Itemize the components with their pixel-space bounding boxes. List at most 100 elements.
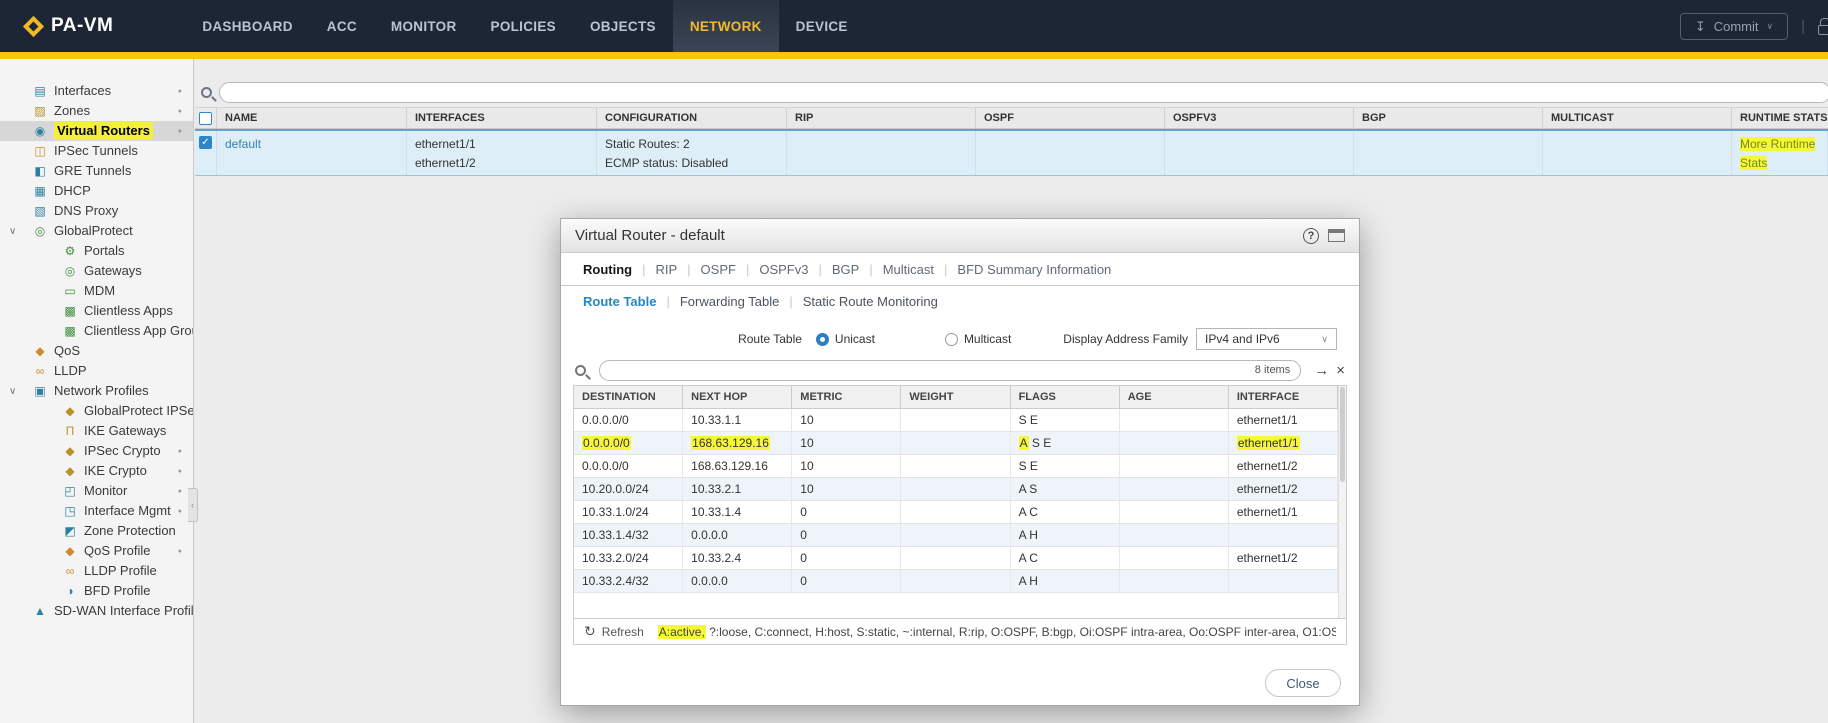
route-table-scrollbar[interactable] (1338, 386, 1346, 618)
routing-subtabs: Route Table|Forwarding Table|Static Rout… (561, 286, 1359, 316)
radio-multicast[interactable]: Multicast (945, 332, 1011, 346)
unlock-icon[interactable] (1818, 25, 1828, 35)
sidebar-item-dhcp[interactable]: ▦DHCP (0, 181, 193, 201)
apply-filter-arrow-icon[interactable]: → (1314, 363, 1329, 378)
chevron-down-icon[interactable]: ∨ (9, 226, 16, 237)
help-icon[interactable]: ? (1303, 228, 1319, 244)
dhcp-icon: ▦ (32, 184, 48, 198)
sidebar-item-ike-crypto[interactable]: ◆IKE Crypto● (0, 461, 193, 481)
nav-tab-monitor[interactable]: MONITOR (374, 0, 474, 52)
clear-filter-icon[interactable]: × (1336, 363, 1345, 378)
sidebar-item-gre-tunnels[interactable]: ◧GRE Tunnels (0, 161, 193, 181)
sidebar-item-gateways[interactable]: ◎Gateways (0, 261, 193, 281)
subtab-route-table[interactable]: Route Table (573, 294, 666, 309)
column-header-interfaces[interactable]: INTERFACES (407, 108, 597, 128)
dialog-tab-routing[interactable]: Routing (573, 262, 642, 277)
column-header-configuration[interactable]: CONFIGURATION (597, 108, 787, 128)
refresh-button[interactable]: ↻ Refresh (584, 623, 644, 640)
column-header-multicast[interactable]: MULTICAST (1543, 108, 1732, 128)
sidebar-item-network-profiles[interactable]: ∨▣Network Profiles (0, 381, 193, 401)
route-column-destination[interactable]: DESTINATION (574, 386, 683, 408)
refresh-label: Refresh (602, 625, 644, 639)
vr-table-row-default[interactable]: ✓ default ethernet1/1 ethernet1/2 Static… (195, 129, 1828, 176)
sidebar-item-portals[interactable]: ⚙Portals (0, 241, 193, 261)
sidebar-item-label: LLDP (54, 363, 87, 379)
commit-button[interactable]: ↧ Commit ∨ (1680, 13, 1788, 40)
column-header-name[interactable]: NAME (217, 108, 407, 128)
route-row[interactable]: 10.33.1.4/320.0.0.00A H (574, 524, 1346, 547)
route-row[interactable]: 0.0.0.0/010.33.1.110S Eethernet1/1 (574, 409, 1346, 432)
route-row[interactable]: 0.0.0.0/0168.63.129.1610S Eethernet1/2 (574, 455, 1346, 478)
sidebar-item-globalprotect[interactable]: ∨◎GlobalProtect (0, 221, 193, 241)
nav-tab-dashboard[interactable]: DASHBOARD (185, 0, 309, 52)
sidebar-item-virtual-routers[interactable]: ◉Virtual Routers● (0, 121, 193, 141)
column-header-rip[interactable]: RIP (787, 108, 976, 128)
row-checkbox[interactable]: ✓ (195, 131, 217, 175)
subtab-static-route-monitoring[interactable]: Static Route Monitoring (793, 294, 948, 309)
dialog-tabs: Routing|RIP|OSPF|OSPFv3|BGP|Multicast|BF… (561, 253, 1359, 286)
sidebar-item-clientless-app-groups[interactable]: ▩Clientless App Groups (0, 321, 193, 341)
chevron-down-icon[interactable]: ∨ (9, 386, 16, 397)
dialog-tab-bfd-summary-information[interactable]: BFD Summary Information (947, 262, 1121, 277)
route-row[interactable]: 0.0.0.0/0168.63.129.1610A S Eethernet1/1 (574, 432, 1346, 455)
column-header-runtime-stats[interactable]: RUNTIME STATS (1732, 108, 1828, 128)
sidebar-item-zones[interactable]: ▨Zones● (0, 101, 193, 121)
sidebar-item-ipsec-crypto[interactable]: ◆IPSec Crypto● (0, 441, 193, 461)
sidebar-collapse-handle[interactable]: ‹ (188, 488, 198, 522)
sidebar-item-label: Zone Protection (84, 523, 176, 539)
sidebar-item-lldp-profile[interactable]: ∞LLDP Profile (0, 561, 193, 581)
column-header-ospfv3[interactable]: OSPFV3 (1165, 108, 1354, 128)
vr-default-link[interactable]: default (225, 137, 261, 151)
cell-destination: 0.0.0.0/0 (574, 409, 683, 431)
sidebar-item-dns-proxy[interactable]: ▧DNS Proxy (0, 201, 193, 221)
cell-interfaces: ethernet1/1 ethernet1/2 (407, 131, 597, 175)
nav-tab-device[interactable]: DEVICE (779, 0, 865, 52)
nav-tab-objects[interactable]: OBJECTS (573, 0, 673, 52)
route-column-metric[interactable]: METRIC (792, 386, 901, 408)
route-row[interactable]: 10.33.1.0/2410.33.1.40A Cethernet1/1 (574, 501, 1346, 524)
route-column-interface[interactable]: INTERFACE (1229, 386, 1338, 408)
route-column-age[interactable]: AGE (1120, 386, 1229, 408)
dialog-tab-ospfv3[interactable]: OSPFv3 (749, 262, 818, 277)
route-column-weight[interactable]: WEIGHT (901, 386, 1010, 408)
sidebar-item-zone-protection[interactable]: ◩Zone Protection (0, 521, 193, 541)
more-runtime-stats-link[interactable]: More Runtime Stats (1740, 137, 1815, 170)
sidebar-item-sd-wan-interface-profile[interactable]: ▲SD-WAN Interface Profile (0, 601, 193, 621)
sidebar-item-qos[interactable]: ◆QoS (0, 341, 193, 361)
sidebar-item-label: Interface Mgmt (84, 503, 171, 519)
select-all-checkbox[interactable] (195, 108, 217, 128)
route-row[interactable]: 10.33.2.0/2410.33.2.40A Cethernet1/2 (574, 547, 1346, 570)
route-filter-input[interactable] (599, 360, 1301, 381)
column-header-ospf[interactable]: OSPF (976, 108, 1165, 128)
sidebar-item-interfaces[interactable]: ▤Interfaces● (0, 81, 193, 101)
sidebar-item-bfd-profile[interactable]: ◑BFD Profile (0, 581, 193, 601)
sidebar-item-mdm[interactable]: ▭MDM (0, 281, 193, 301)
subtab-forwarding-table[interactable]: Forwarding Table (670, 294, 789, 309)
address-family-select[interactable]: IPv4 and IPv6 ∨ (1196, 328, 1337, 350)
sidebar-item-ipsec-tunnels[interactable]: ◫IPSec Tunnels (0, 141, 193, 161)
sidebar-item-interface-mgmt[interactable]: ◳Interface Mgmt● (0, 501, 193, 521)
sidebar-item-qos-profile[interactable]: ◆QoS Profile● (0, 541, 193, 561)
topbar-separator: | (1801, 18, 1805, 35)
route-column-next-hop[interactable]: NEXT HOP (683, 386, 792, 408)
sidebar-item-monitor[interactable]: ◰Monitor● (0, 481, 193, 501)
route-row[interactable]: 10.33.2.4/320.0.0.00A H (574, 570, 1346, 593)
close-button[interactable]: Close (1265, 669, 1341, 697)
sidebar-item-ike-gateways[interactable]: ΠIKE Gateways (0, 421, 193, 441)
sidebar-item-clientless-apps[interactable]: ▩Clientless Apps (0, 301, 193, 321)
nav-tab-network[interactable]: NETWORK (673, 0, 779, 52)
dialog-tab-multicast[interactable]: Multicast (873, 262, 944, 277)
nav-tab-acc[interactable]: ACC (310, 0, 374, 52)
sidebar-item-lldp[interactable]: ∞LLDP (0, 361, 193, 381)
column-header-bgp[interactable]: BGP (1354, 108, 1543, 128)
sidebar-item-globalprotect-ipsec-crypto[interactable]: ◆GlobalProtect IPSec Crypto (0, 401, 193, 421)
nav-tab-policies[interactable]: POLICIES (474, 0, 573, 52)
dialog-tab-rip[interactable]: RIP (645, 262, 687, 277)
dialog-tab-bgp[interactable]: BGP (822, 262, 869, 277)
route-column-flags[interactable]: FLAGS (1011, 386, 1120, 408)
window-icon[interactable] (1328, 229, 1345, 242)
radio-unicast[interactable]: Unicast (816, 332, 875, 346)
vr-filter-input[interactable] (219, 82, 1828, 103)
route-row[interactable]: 10.20.0.0/2410.33.2.110A Sethernet1/2 (574, 478, 1346, 501)
dialog-tab-ospf[interactable]: OSPF (691, 262, 746, 277)
